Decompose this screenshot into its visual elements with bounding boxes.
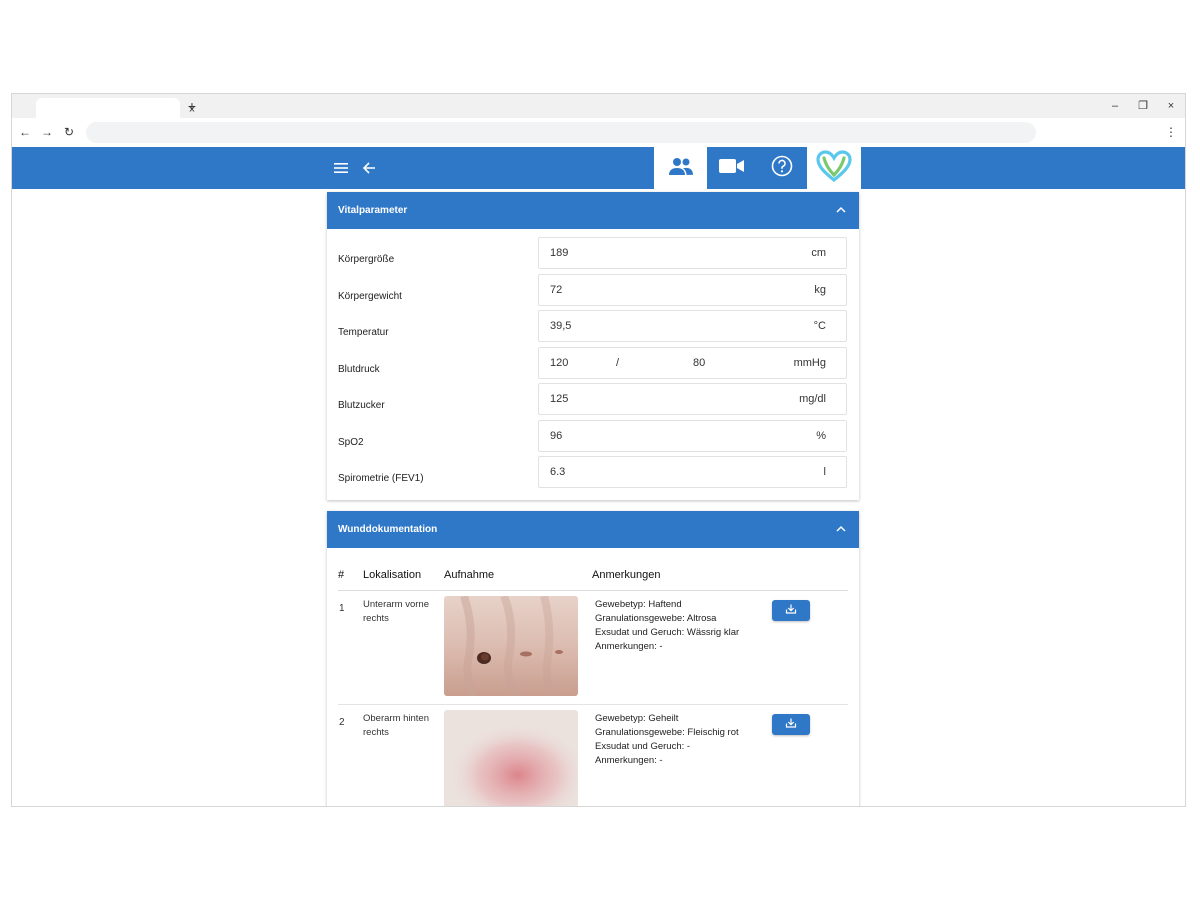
vital-panel: Vitalparameter Körpergröße 189 cm Körper…: [327, 192, 859, 500]
vital-label: Temperatur: [338, 327, 389, 338]
column-header-number: #: [338, 569, 345, 581]
vital-row-weight: Körpergewicht 72 kg: [327, 269, 859, 306]
note-remarks: Anmerkungen: -: [595, 641, 663, 652]
chevron-up-icon[interactable]: [835, 523, 847, 535]
row-location: Unterarm vorne rechts: [363, 599, 429, 624]
vital-row-spirometry: Spirometrie (FEV1) 6.3 l: [327, 451, 859, 488]
note-exudate: Exsudat und Geruch: Wässrig klar: [595, 627, 740, 638]
people-icon: [668, 156, 694, 181]
download-icon: [785, 717, 797, 732]
vital-label: Spirometrie (FEV1): [338, 473, 424, 484]
vital-value: 125: [550, 393, 569, 405]
wound-table: # Lokalisation Aufnahme Anmerkungen 1 Un…: [327, 548, 859, 806]
tab-patients[interactable]: [654, 147, 707, 189]
reload-icon[interactable]: ↻: [62, 125, 76, 139]
page-content: Vitalparameter Körpergröße 189 cm Körper…: [12, 189, 1185, 806]
row-number: 1: [339, 603, 345, 614]
wound-table-header: # Lokalisation Aufnahme Anmerkungen: [338, 548, 848, 591]
tab-help[interactable]: [757, 147, 807, 189]
download-icon: [785, 603, 797, 618]
note-remarks: Anmerkungen: -: [595, 755, 663, 766]
blood-pressure-input[interactable]: 120 / 80 mmHg: [538, 346, 847, 379]
column-header-notes: Anmerkungen: [592, 569, 661, 581]
app-logo[interactable]: [807, 147, 861, 189]
spo2-input[interactable]: 96 %: [538, 419, 847, 452]
forward-icon[interactable]: →: [40, 125, 54, 139]
column-header-photo: Aufnahme: [444, 569, 495, 581]
note-tissue-type: Gewebetyp: Geheilt: [595, 713, 679, 724]
tab-video[interactable]: [707, 147, 757, 189]
chevron-up-icon[interactable]: [835, 204, 847, 216]
wound-photo[interactable]: [444, 710, 578, 806]
blood-sugar-input[interactable]: 125 mg/dl: [538, 383, 847, 415]
video-camera-icon: [719, 158, 745, 179]
vital-value: 96: [550, 429, 563, 442]
vital-label: SpO2: [338, 436, 364, 448]
weight-input[interactable]: 72 kg: [538, 273, 847, 306]
row-location: Oberarm hinten rechts: [363, 713, 430, 738]
vital-value: 39,5: [550, 320, 572, 332]
height-input[interactable]: 189 cm: [538, 237, 847, 269]
browser-window: × + – ❐ × ← → ↻ ⋮ Vitalparameter Körperg…: [11, 93, 1186, 807]
note-granulation: Granulationsgewebe: Fleischig rot: [595, 727, 739, 738]
vital-label: Körpergewicht: [338, 290, 402, 302]
download-button[interactable]: [772, 600, 810, 621]
note-exudate: Exsudat und Geruch: -: [595, 741, 691, 752]
vital-unit: cm: [811, 247, 826, 259]
vital-value: 6.3: [550, 466, 566, 478]
vital-row-blood-sugar: Blutzucker 125 mg/dl: [327, 378, 859, 415]
column-header-location: Lokalisation: [363, 569, 422, 581]
vital-rows: Körpergröße 189 cm Körpergewicht 72 kg T…: [327, 229, 859, 488]
vital-label: Körpergröße: [338, 254, 395, 265]
tab-strip: × + – ❐ ×: [12, 94, 1185, 118]
wound-panel-header[interactable]: Wunddokumentation: [327, 511, 859, 548]
address-bar[interactable]: [86, 122, 1036, 143]
vital-unit: l: [823, 466, 826, 478]
new-tab-icon[interactable]: +: [185, 99, 199, 113]
vital-unit: kg: [814, 283, 826, 296]
restore-icon[interactable]: ❐: [1136, 99, 1150, 113]
browser-menu-icon[interactable]: ⋮: [1165, 125, 1177, 139]
wound-panel: Wunddokumentation # Lokalisation Aufnahm…: [327, 511, 859, 806]
vital-unit: °C: [813, 320, 826, 332]
vital-value: 72: [550, 283, 563, 296]
row-number: 2: [339, 717, 345, 728]
vital-value: 189: [550, 247, 569, 259]
vital-unit: mg/dl: [799, 393, 826, 405]
vital-label: Blutdruck: [338, 363, 380, 375]
arrow-back-icon[interactable]: [359, 158, 379, 178]
wound-notes: Gewebetyp: Haftend Granulationsgewebe: A…: [595, 598, 739, 654]
vital-label: Blutzucker: [338, 400, 385, 411]
note-granulation: Granulationsgewebe: Altrosa: [595, 613, 717, 624]
note-tissue-type: Gewebetyp: Haftend: [595, 599, 682, 610]
hamburger-menu-icon[interactable]: [331, 158, 351, 178]
bp-separator: /: [616, 356, 620, 369]
vital-row-blood-pressure: Blutdruck 120 / 80 mmHg: [327, 342, 859, 379]
vital-unit: %: [816, 429, 826, 442]
app-header: [12, 147, 1185, 189]
wound-photo[interactable]: [444, 596, 578, 696]
systolic-value: 120: [550, 356, 569, 369]
wound-panel-title: Wunddokumentation: [338, 524, 438, 535]
browser-tab[interactable]: ×: [36, 98, 195, 118]
help-circle-icon: [771, 155, 793, 182]
vital-panel-header[interactable]: Vitalparameter: [327, 192, 859, 229]
heart-logo-icon: [816, 149, 852, 187]
download-button[interactable]: [772, 714, 810, 735]
vital-row-temperature: Temperatur 39,5 °C: [327, 305, 859, 342]
back-icon[interactable]: ←: [18, 125, 32, 139]
browser-toolbar: ← → ↻ ⋮: [12, 118, 1185, 147]
spirometry-input[interactable]: 6.3 l: [538, 456, 847, 488]
temperature-input[interactable]: 39,5 °C: [538, 310, 847, 342]
diastolic-value: 80: [693, 356, 706, 369]
table-row: 1 Unterarm vorne rechts Gewebetyp: Hafte…: [338, 591, 848, 705]
vital-panel-title: Vitalparameter: [338, 205, 408, 216]
vital-row-height: Körpergröße 189 cm: [327, 232, 859, 269]
vital-unit: mmHg: [793, 356, 826, 369]
table-row: 2 Oberarm hinten rechts Gewebetyp: Gehei…: [338, 705, 848, 806]
wound-notes: Gewebetyp: Geheilt Granulationsgewebe: F…: [595, 712, 739, 768]
minimize-icon[interactable]: –: [1108, 99, 1122, 113]
vital-row-spo2: SpO2 96 %: [327, 415, 859, 452]
close-window-icon[interactable]: ×: [1164, 99, 1178, 113]
